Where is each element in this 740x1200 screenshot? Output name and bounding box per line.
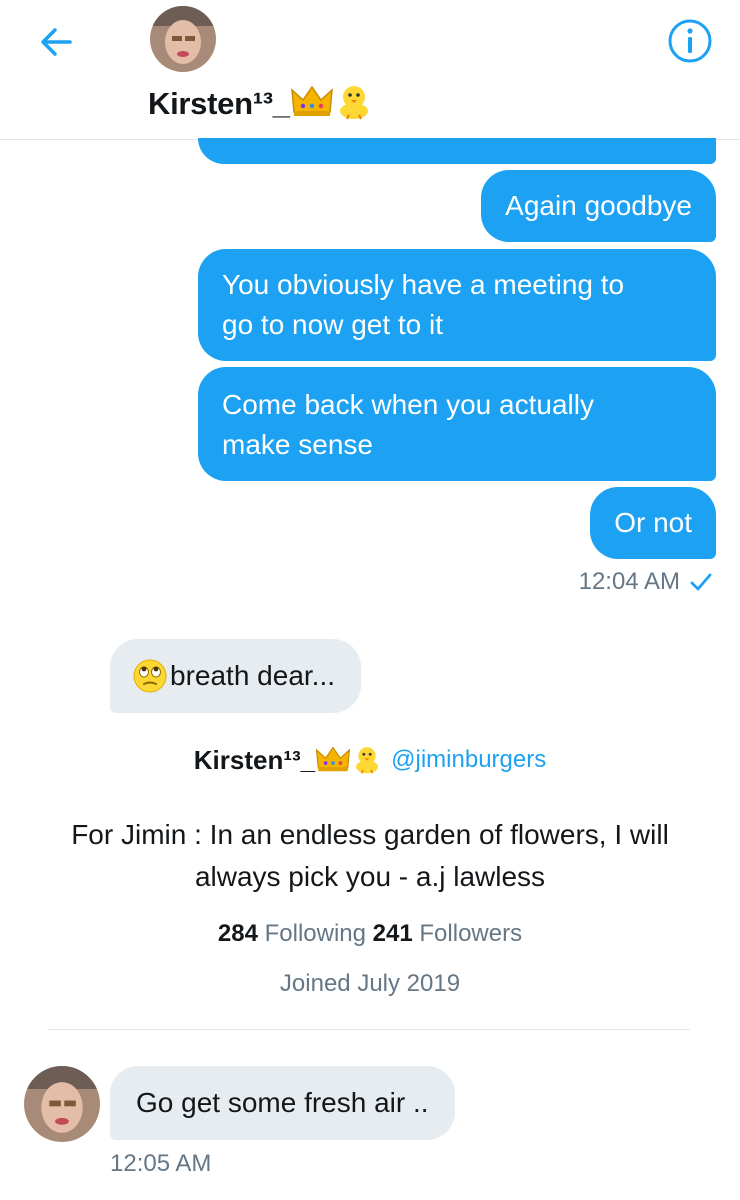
message-bubble-out[interactable]: Come back when you actually make sense	[198, 367, 716, 481]
back-button[interactable]	[36, 22, 76, 62]
crown-emoji-icon	[315, 745, 351, 775]
avatar[interactable]	[24, 1066, 100, 1142]
message-timestamp: 12:05 AM	[110, 1150, 212, 1177]
followers-count: 241	[372, 920, 413, 947]
profile-handle[interactable]: @jiminburgers	[391, 746, 546, 774]
hatching-chick-icon	[334, 86, 374, 121]
following-count: 284	[217, 920, 258, 947]
message-bubble-out[interactable]	[198, 138, 716, 164]
message-timestamp: 12:04 AM	[579, 568, 712, 596]
hatching-chick-icon	[351, 745, 383, 775]
message-bubble-out[interactable]: Or not	[590, 487, 716, 559]
profile-stats: 284 Following 241 Followers	[0, 920, 740, 948]
conversation-header: Kirsten¹³_	[0, 0, 740, 140]
message-bubble-out[interactable]: Again goodbye	[481, 170, 716, 242]
message-bubble-out[interactable]: You obviously have a meeting to go to no…	[198, 249, 716, 361]
profile-name: Kirsten¹³_	[194, 744, 383, 776]
profile-joined-date: Joined July 2019	[279, 970, 461, 997]
following-label: Following	[264, 920, 366, 947]
avatar[interactable]	[150, 6, 216, 72]
info-circle-icon	[668, 19, 712, 63]
rolling-eyes-emoji-icon	[132, 658, 168, 694]
contact-name[interactable]: Kirsten¹³_	[148, 82, 374, 122]
followers-label: Followers	[419, 920, 523, 947]
crown-emoji-icon	[290, 85, 334, 121]
profile-card[interactable]: Kirsten¹³_ @jiminburgers For Jimin : In …	[0, 740, 740, 998]
message-bubble-in[interactable]: breath dear...	[110, 639, 362, 713]
message-bubble-in[interactable]: Go get some fresh air ..	[110, 1066, 455, 1140]
info-button[interactable]	[666, 17, 714, 65]
arrow-left-icon	[41, 28, 72, 56]
profile-bio: For Jimin : In an endless garden of flow…	[71, 819, 669, 892]
divider	[48, 1029, 690, 1030]
checkmark-icon	[690, 573, 712, 591]
